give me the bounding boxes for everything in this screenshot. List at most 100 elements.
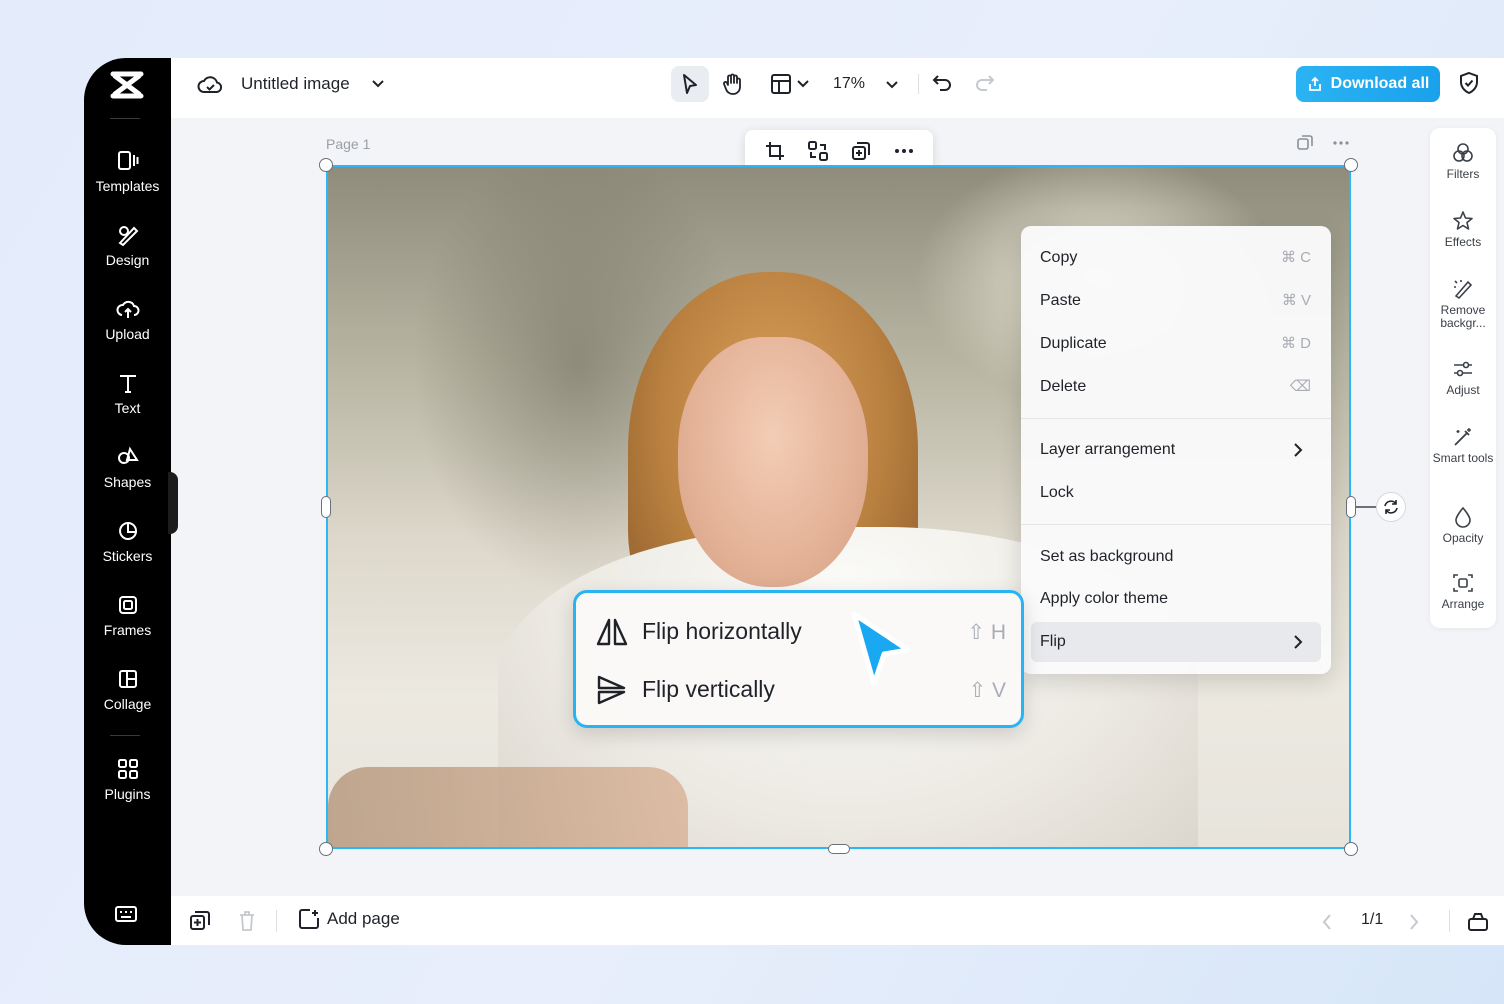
menu-item-copy[interactable]: Copy ⌘ C [1031, 238, 1321, 278]
resize-handle-bottom-right[interactable] [1344, 842, 1358, 856]
top-toolbar: Untitled image 17% Download all [171, 58, 1504, 118]
panel-item-adjust[interactable]: Adjust [1430, 358, 1496, 397]
panel-item-label: Remove backgr... [1440, 303, 1486, 330]
filters-icon [1453, 143, 1473, 162]
resize-handle-top-left[interactable] [319, 158, 333, 172]
menu-item-label: Paste [1040, 292, 1081, 309]
page-more-icon[interactable] [1332, 134, 1350, 152]
select-tool-button[interactable] [671, 66, 709, 102]
panel-item-opacity[interactable]: Opacity [1430, 506, 1496, 545]
sidebar-item-label: Stickers [102, 548, 153, 564]
duplicate-page-icon[interactable] [1296, 134, 1314, 152]
text-icon [119, 375, 136, 393]
menu-item-shortcut: ⌘ D [1281, 335, 1311, 352]
plugins-icon [117, 759, 138, 779]
shield-icon[interactable] [1458, 71, 1480, 95]
rotate-button[interactable] [1376, 492, 1406, 522]
photo-subject-face [678, 337, 868, 587]
panel-item-effects[interactable]: Effects [1430, 210, 1496, 249]
sidebar-item-label: Shapes [103, 474, 152, 490]
panel-item-filters[interactable]: Filters [1430, 142, 1496, 181]
pointer-icon [683, 74, 697, 94]
sidebar-item-collage[interactable]: Collage [84, 668, 171, 712]
sidebar-item-label: Frames [103, 622, 152, 638]
document-title[interactable]: Untitled image [241, 74, 350, 94]
panel-item-label: Adjust [1446, 383, 1480, 397]
next-page-icon[interactable] [1408, 913, 1420, 931]
layout-dropdown-button[interactable] [767, 66, 813, 102]
resize-handle-bottom[interactable] [828, 844, 850, 854]
sidebar-collapse-handle[interactable] [168, 472, 178, 534]
rotate-icon [1384, 500, 1398, 514]
resize-handle-left[interactable] [321, 496, 331, 518]
cloud-sync-icon[interactable] [197, 74, 223, 96]
flip-vertically-option[interactable]: Flip vertically ⇧ V [596, 668, 1006, 712]
left-sidebar: Templates Design Upload Text Shapes Stic… [84, 58, 171, 945]
zoom-level[interactable]: 17% [833, 75, 865, 93]
opacity-icon [1455, 506, 1471, 528]
sidebar-item-upload[interactable]: Upload [84, 298, 171, 342]
flip-vertical-icon [597, 675, 626, 705]
menu-item-apply-color-theme[interactable]: Apply color theme [1031, 579, 1321, 619]
sidebar-item-label: Text [114, 400, 141, 416]
panel-item-label: Effects [1444, 235, 1482, 249]
pages-panel-icon[interactable] [1467, 910, 1489, 932]
collage-icon [118, 670, 137, 688]
resize-handle-right[interactable] [1346, 496, 1356, 518]
adjust-icon [1454, 361, 1472, 377]
trash-icon[interactable] [237, 910, 257, 932]
menu-item-shortcut: ⌫ [1289, 378, 1311, 395]
redo-icon[interactable] [974, 72, 996, 94]
flip-horizontally-option[interactable]: Flip horizontally ⇧ H [596, 610, 1006, 654]
sidebar-item-frames[interactable]: Frames [84, 594, 171, 638]
menu-item-delete[interactable]: Delete ⌫ [1031, 367, 1321, 407]
keyboard-icon[interactable] [114, 904, 138, 924]
menu-item-flip[interactable]: Flip [1031, 622, 1321, 662]
menu-item-duplicate[interactable]: Duplicate ⌘ D [1031, 324, 1321, 364]
sidebar-item-design[interactable]: Design [84, 224, 171, 268]
sidebar-item-plugins[interactable]: Plugins [84, 758, 171, 802]
duplicate-icon[interactable] [850, 140, 872, 162]
chevron-down-icon[interactable] [371, 79, 385, 89]
share-upload-icon [1308, 76, 1321, 91]
menu-item-shortcut: ⌘ C [1281, 249, 1311, 266]
crop-icon[interactable] [764, 140, 786, 162]
menu-item-label: Duplicate [1040, 335, 1107, 352]
panel-item-arrange[interactable]: Arrange [1430, 572, 1496, 611]
download-all-button[interactable]: Download all [1296, 66, 1440, 102]
zoom-chevron-down-icon[interactable] [885, 80, 899, 90]
add-page-button[interactable]: Add page [298, 908, 400, 930]
rotate-connector [1356, 506, 1376, 508]
prev-page-icon[interactable] [1321, 913, 1333, 931]
toolbar-divider [918, 74, 919, 94]
hand-tool-button[interactable] [714, 66, 752, 102]
menu-item-set-as-background[interactable]: Set as background [1031, 537, 1321, 577]
more-options-icon[interactable] [893, 140, 915, 162]
resize-handle-bottom-left[interactable] [319, 842, 333, 856]
sidebar-item-templates[interactable]: Templates [84, 150, 171, 194]
panel-item-label: Smart tools [1432, 451, 1494, 465]
menu-item-lock[interactable]: Lock [1031, 473, 1321, 513]
capcut-logo-icon[interactable] [107, 68, 147, 102]
context-menu: Copy ⌘ C Paste ⌘ V Duplicate ⌘ D Delete … [1021, 226, 1331, 674]
menu-item-layer-arrangement[interactable]: Layer arrangement [1031, 430, 1321, 470]
resize-handle-top-right[interactable] [1344, 158, 1358, 172]
panel-item-remove-background[interactable]: Remove backgr... [1430, 278, 1496, 330]
menu-item-label: Copy [1040, 249, 1078, 266]
sidebar-item-stickers[interactable]: Stickers [84, 520, 171, 564]
sidebar-item-label: Templates [95, 178, 160, 194]
mouse-cursor-icon [851, 611, 911, 687]
menu-item-paste[interactable]: Paste ⌘ V [1031, 281, 1321, 321]
chevron-right-icon [1294, 443, 1303, 457]
menu-item-label: Flip [1040, 633, 1066, 650]
panel-item-smart-tools[interactable]: Smart tools [1430, 426, 1496, 465]
add-layer-page-icon[interactable] [189, 910, 211, 932]
sidebar-item-shapes[interactable]: Shapes [84, 446, 171, 490]
replace-icon[interactable] [807, 140, 829, 162]
flip-option-label: Flip horizontally [642, 618, 802, 644]
menu-separator [1021, 524, 1331, 525]
bottom-divider [276, 910, 277, 932]
sidebar-item-text[interactable]: Text [84, 372, 171, 416]
undo-icon[interactable] [931, 72, 953, 94]
bottom-divider [1449, 910, 1450, 932]
